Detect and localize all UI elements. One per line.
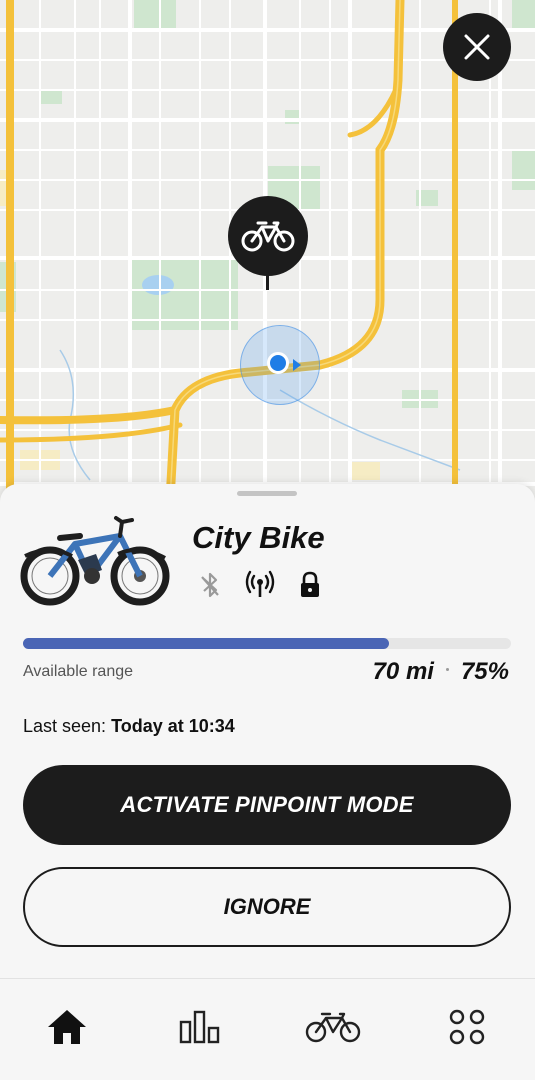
range-distance: 70 mi [372, 658, 434, 685]
range-values: 70 mi 75% [373, 658, 509, 686]
apps-grid-icon [449, 1009, 485, 1045]
range-progress-fill [23, 638, 389, 649]
last-seen-label: Last seen: [23, 716, 112, 736]
tab-more[interactable] [437, 997, 497, 1057]
range-label: Available range [23, 663, 134, 680]
tab-bike[interactable] [303, 997, 363, 1057]
sheet-drag-handle[interactable] [237, 491, 297, 496]
heading-arrow-icon [293, 359, 301, 371]
tab-home[interactable] [37, 997, 97, 1057]
bluetooth-off-icon [195, 570, 225, 600]
activate-pinpoint-mode-button[interactable]: ACTIVATE PINPOINT MODE [23, 765, 511, 845]
ignore-button[interactable]: IGNORE [23, 867, 511, 947]
lock-icon [295, 570, 325, 600]
range-progress-bar [23, 638, 511, 649]
bike-icon [241, 221, 295, 252]
user-location-dot [267, 352, 289, 374]
cellular-signal-icon [245, 570, 275, 600]
battery-percentage: 75% [460, 658, 509, 685]
bike-image [20, 514, 172, 608]
bottom-navigation [0, 978, 535, 1080]
home-icon [48, 1010, 86, 1044]
tab-stats[interactable] [170, 997, 230, 1057]
range-separator [445, 668, 449, 671]
last-seen-text: Last seen: Today at 10:34 [23, 716, 235, 737]
bike-icon [305, 1012, 361, 1043]
close-button[interactable] [443, 13, 511, 81]
last-seen-value: Today at 10:34 [111, 716, 235, 736]
close-icon [464, 34, 490, 60]
bike-status-icons [195, 570, 325, 600]
bike-name: City Bike [192, 520, 325, 555]
bike-marker-stem [266, 272, 269, 290]
stats-icon [179, 1010, 220, 1044]
bike-location-marker[interactable] [228, 196, 308, 276]
